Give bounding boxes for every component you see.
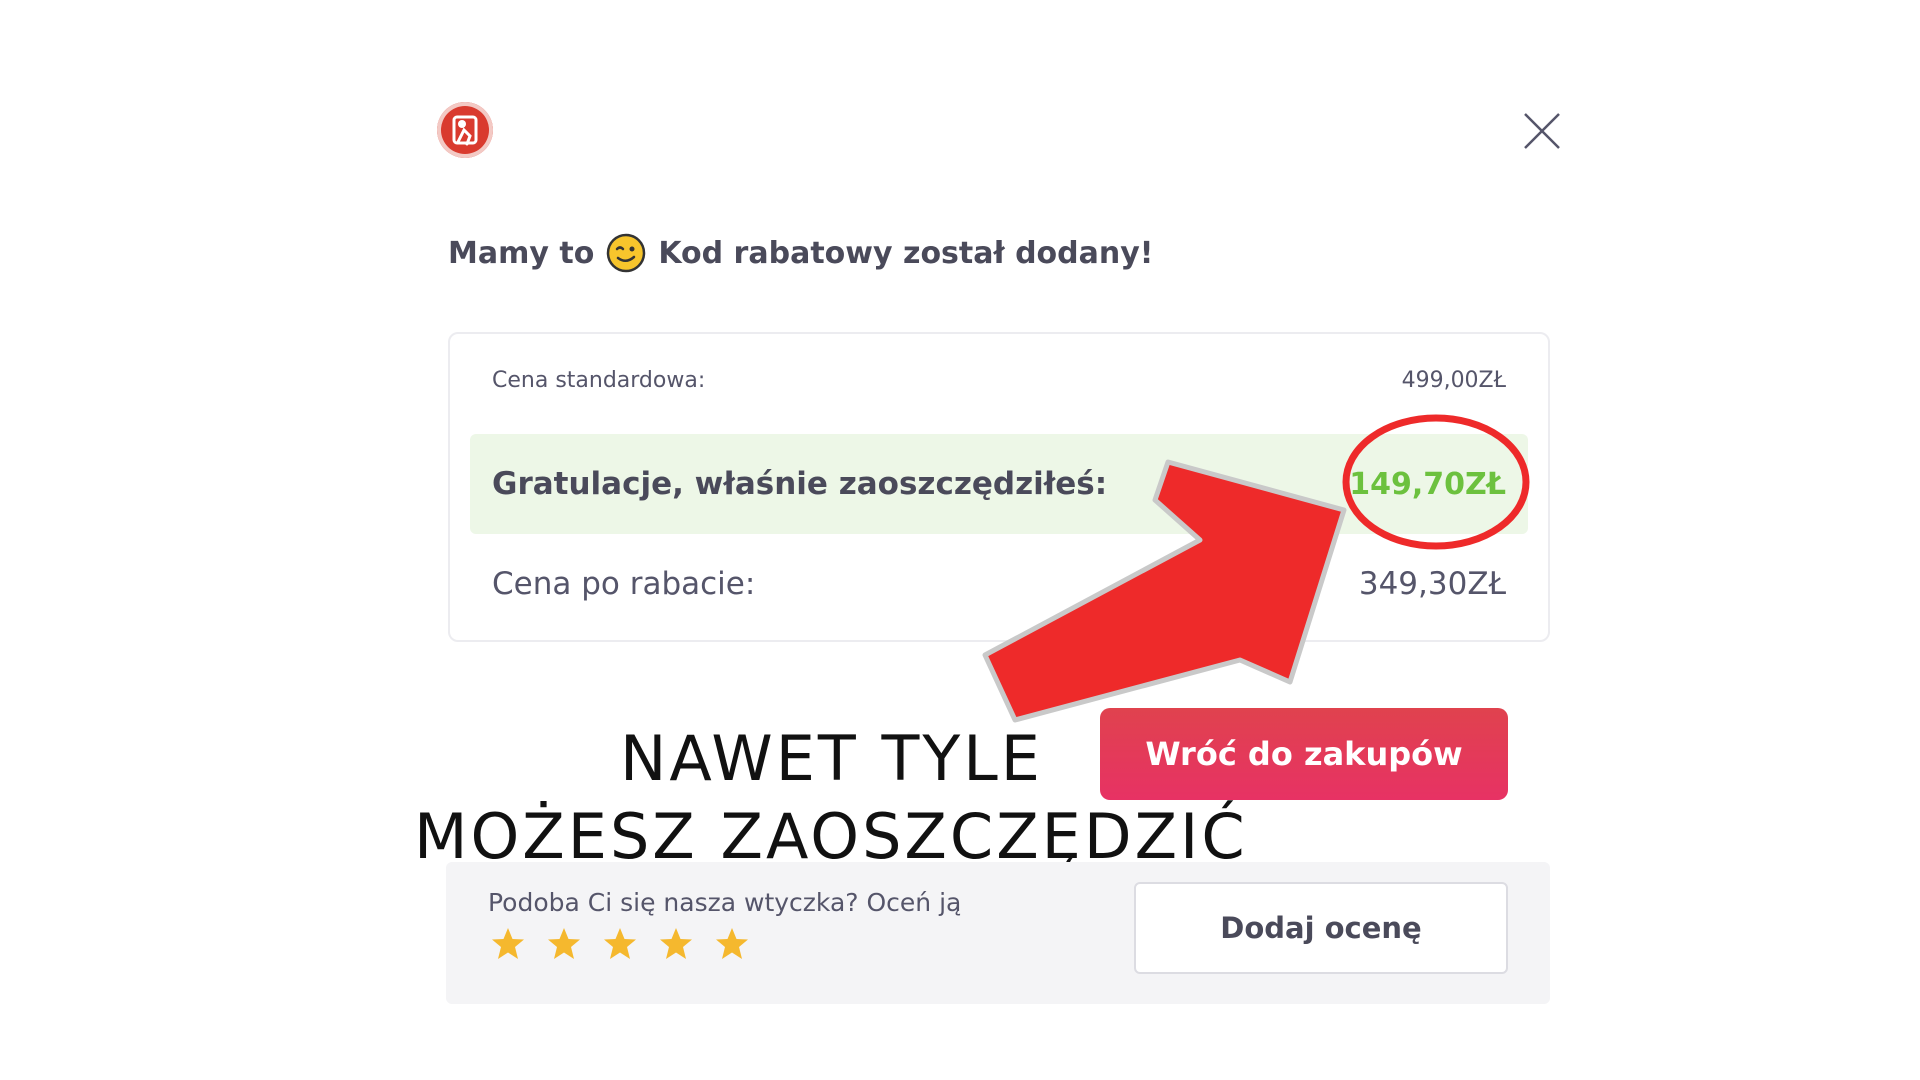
callout-line-1: NAWET TYLE <box>620 722 1043 795</box>
price-summary-card: Cena standardowa: 499,00ZŁ Gratulacje, w… <box>448 332 1550 642</box>
rating-prompt: Podoba Ci się nasza wtyczka? Oceń ją <box>488 888 962 917</box>
standard-price-value: 499,00ZŁ <box>1401 367 1506 393</box>
winking-face-emoji-icon <box>606 233 646 273</box>
star-icon[interactable] <box>714 926 750 962</box>
add-rating-button[interactable]: Dodaj ocenę <box>1134 882 1508 974</box>
star-icon[interactable] <box>658 926 694 962</box>
standard-price-row: Cena standardowa: 499,00ZŁ <box>492 360 1506 400</box>
headline-prefix: Mamy to <box>448 235 595 271</box>
savings-label: Gratulacje, właśnie zaoszczędziłeś: <box>492 466 1108 502</box>
star-icon[interactable] <box>602 926 638 962</box>
final-price-value: 349,30ZŁ <box>1358 566 1506 602</box>
headline-suffix: Kod rabatowy został dodany! <box>658 235 1154 271</box>
star-icon[interactable] <box>546 926 582 962</box>
savings-row: Gratulacje, właśnie zaoszczędziłeś: 149,… <box>470 434 1528 534</box>
savings-value: 149,70ZŁ <box>1349 466 1506 502</box>
discount-popup: Mamy to Kod rabatowy został dodany! Cena… <box>0 0 1920 1080</box>
back-to-shopping-button[interactable]: Wróć do zakupów <box>1100 708 1508 800</box>
success-headline: Mamy to Kod rabatowy został dodany! <box>448 228 1153 278</box>
final-price-label: Cena po rabacie: <box>492 566 756 602</box>
plugin-logo-icon <box>437 102 493 158</box>
rating-stars[interactable] <box>490 926 750 962</box>
final-price-row: Cena po rabacie: 349,30ZŁ <box>492 560 1506 608</box>
star-icon[interactable] <box>490 926 526 962</box>
close-icon[interactable] <box>1523 112 1561 150</box>
rating-panel: Podoba Ci się nasza wtyczka? Oceń ją Dod… <box>446 862 1550 1004</box>
standard-price-label: Cena standardowa: <box>492 367 706 393</box>
